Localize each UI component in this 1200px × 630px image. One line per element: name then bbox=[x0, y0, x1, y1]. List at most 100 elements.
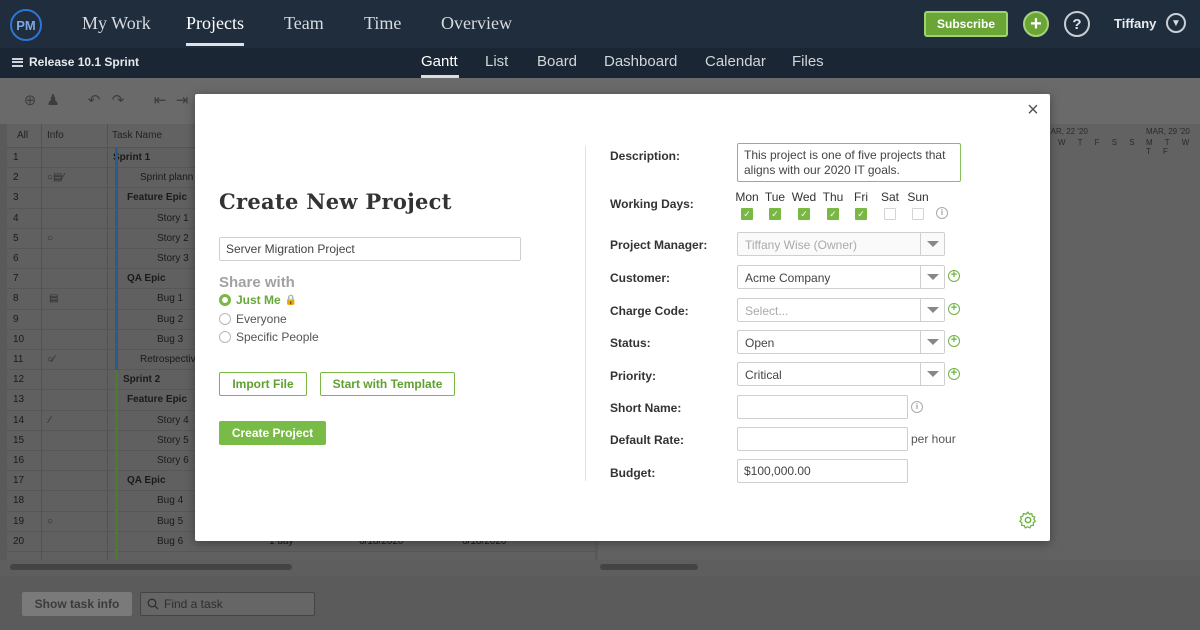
default-rate-label: Default Rate: bbox=[610, 433, 685, 447]
radio-unchecked[interactable] bbox=[219, 331, 231, 343]
app-logo[interactable]: PM bbox=[10, 9, 42, 41]
charge-code-select[interactable]: Select... bbox=[737, 298, 945, 322]
help-icon[interactable]: ? bbox=[1064, 11, 1090, 37]
add-customer-icon[interactable]: + bbox=[948, 270, 960, 282]
nav-tab-projects[interactable]: Projects bbox=[186, 13, 244, 34]
undo-icon[interactable]: ↶ bbox=[86, 93, 102, 109]
checkbox-checked[interactable]: ✓ bbox=[798, 208, 810, 220]
day-mon[interactable]: Mon ✓ bbox=[733, 190, 761, 220]
project-name: Release 10.1 Sprint bbox=[29, 55, 140, 69]
show-task-info-button[interactable]: Show task info bbox=[22, 592, 132, 616]
gear-icon[interactable] bbox=[1018, 510, 1038, 530]
gantt-week-label: MAR, 29 '20 bbox=[1146, 127, 1190, 136]
budget-input[interactable] bbox=[737, 459, 908, 483]
redo-icon[interactable]: ↷ bbox=[110, 93, 126, 109]
nav-tab-team[interactable]: Team bbox=[284, 13, 324, 34]
bottom-bar: Show task info Find a task bbox=[0, 576, 1200, 630]
dropdown-arrow-icon bbox=[920, 331, 944, 353]
info-icon[interactable]: i bbox=[911, 401, 923, 413]
dialog-title: Create New Project bbox=[219, 189, 452, 214]
project-menu[interactable]: Release 10.1 Sprint bbox=[12, 55, 139, 69]
working-days: Mon ✓ Tue ✓ Wed ✓ Thu ✓ Fri ✓ Sat Sun bbox=[735, 190, 967, 224]
day-thu[interactable]: Thu ✓ bbox=[819, 190, 847, 220]
checkbox-unchecked[interactable] bbox=[912, 208, 924, 220]
short-name-label: Short Name: bbox=[610, 401, 682, 415]
day-fri[interactable]: Fri ✓ bbox=[847, 190, 875, 220]
day-tue[interactable]: Tue ✓ bbox=[761, 190, 789, 220]
customer-select[interactable]: Acme Company bbox=[737, 265, 945, 289]
user-name[interactable]: Tiffany bbox=[1114, 16, 1156, 31]
share-option-specific-people[interactable]: Specific People bbox=[219, 330, 319, 344]
dropdown-arrow-icon bbox=[920, 233, 944, 255]
status-label: Status: bbox=[610, 336, 651, 350]
add-priority-icon[interactable]: + bbox=[948, 368, 960, 380]
day-sun[interactable]: Sun bbox=[904, 190, 932, 220]
add-charge-code-icon[interactable]: + bbox=[948, 303, 960, 315]
share-option-everyone[interactable]: Everyone bbox=[219, 312, 287, 326]
default-rate-input[interactable] bbox=[737, 427, 908, 451]
tab-dashboard[interactable]: Dashboard bbox=[604, 53, 677, 70]
column-divider bbox=[41, 124, 42, 560]
tab-list[interactable]: List bbox=[485, 53, 508, 70]
project-manager-select[interactable]: Tiffany Wise (Owner) bbox=[737, 232, 945, 256]
tab-calendar[interactable]: Calendar bbox=[705, 53, 766, 70]
start-with-template-button[interactable]: Start with Template bbox=[320, 372, 455, 396]
comment-icon: ○ bbox=[47, 515, 54, 527]
assign-user-icon[interactable]: ♟ bbox=[45, 93, 61, 109]
checkbox-checked[interactable]: ✓ bbox=[769, 208, 781, 220]
share-with-label: Share with bbox=[219, 274, 295, 291]
tab-files[interactable]: Files bbox=[792, 53, 824, 70]
radio-unchecked[interactable] bbox=[219, 313, 231, 325]
radio-checked[interactable] bbox=[219, 294, 231, 306]
import-file-button[interactable]: Import File bbox=[219, 372, 307, 396]
dropdown-arrow-icon bbox=[920, 363, 944, 385]
tab-board[interactable]: Board bbox=[537, 53, 577, 70]
dialog-divider bbox=[585, 146, 586, 481]
gantt-day-labels: W T F S S bbox=[1058, 138, 1140, 147]
info-icon[interactable]: i bbox=[936, 207, 948, 219]
dropdown-arrow-icon bbox=[920, 299, 944, 321]
column-info[interactable]: Info bbox=[47, 130, 64, 141]
attachment-icon: ∕ bbox=[49, 414, 51, 426]
add-icon[interactable]: + bbox=[1023, 11, 1049, 37]
project-name-input[interactable] bbox=[219, 237, 521, 261]
checkbox-unchecked[interactable] bbox=[884, 208, 896, 220]
column-task-name[interactable]: Task Name bbox=[112, 130, 162, 141]
indent-icon[interactable]: ⇥ bbox=[174, 93, 190, 109]
add-task-icon[interactable]: ⊕ bbox=[22, 93, 38, 109]
checkbox-checked[interactable]: ✓ bbox=[855, 208, 867, 220]
rate-suffix: per hour bbox=[911, 432, 956, 446]
nav-tab-my-work[interactable]: My Work bbox=[82, 13, 151, 34]
description-input[interactable]: This project is one of five projects tha… bbox=[737, 143, 961, 182]
column-divider bbox=[107, 124, 108, 560]
find-task-input[interactable]: Find a task bbox=[140, 592, 315, 616]
search-icon bbox=[147, 598, 159, 610]
outdent-icon[interactable]: ⇤ bbox=[152, 93, 168, 109]
status-select[interactable]: Open bbox=[737, 330, 945, 354]
add-status-icon[interactable]: + bbox=[948, 335, 960, 347]
nav-tab-time[interactable]: Time bbox=[364, 13, 401, 34]
close-icon[interactable]: × bbox=[1024, 100, 1042, 120]
comment-icon: ○∕ bbox=[47, 354, 55, 365]
subscribe-button[interactable]: Subscribe bbox=[924, 11, 1008, 37]
column-all[interactable]: All bbox=[17, 130, 28, 141]
tab-gantt[interactable]: Gantt bbox=[421, 53, 458, 70]
share-option-just-me[interactable]: Just Me 🔒 bbox=[219, 293, 297, 307]
priority-select[interactable]: Critical bbox=[737, 362, 945, 386]
checkbox-checked[interactable]: ✓ bbox=[827, 208, 839, 220]
checkbox-checked[interactable]: ✓ bbox=[741, 208, 753, 220]
short-name-input[interactable] bbox=[737, 395, 908, 419]
project-manager-label: Project Manager: bbox=[610, 238, 708, 252]
grid-scrollbar[interactable] bbox=[10, 564, 292, 570]
day-wed[interactable]: Wed ✓ bbox=[790, 190, 818, 220]
chevron-down-icon[interactable]: ▼ bbox=[1166, 13, 1186, 33]
day-sat[interactable]: Sat bbox=[876, 190, 904, 220]
create-project-dialog: × Create New Project Share with Just Me … bbox=[195, 94, 1050, 541]
nav-tab-overview[interactable]: Overview bbox=[441, 13, 512, 34]
gantt-scrollbar[interactable] bbox=[600, 564, 698, 570]
create-project-button[interactable]: Create Project bbox=[219, 421, 326, 445]
gantt-week-label: MAR, 22 '20 bbox=[1044, 127, 1088, 136]
comment-icon: ○ bbox=[47, 232, 54, 244]
dropdown-arrow-icon bbox=[920, 266, 944, 288]
working-days-label: Working Days: bbox=[610, 197, 694, 211]
